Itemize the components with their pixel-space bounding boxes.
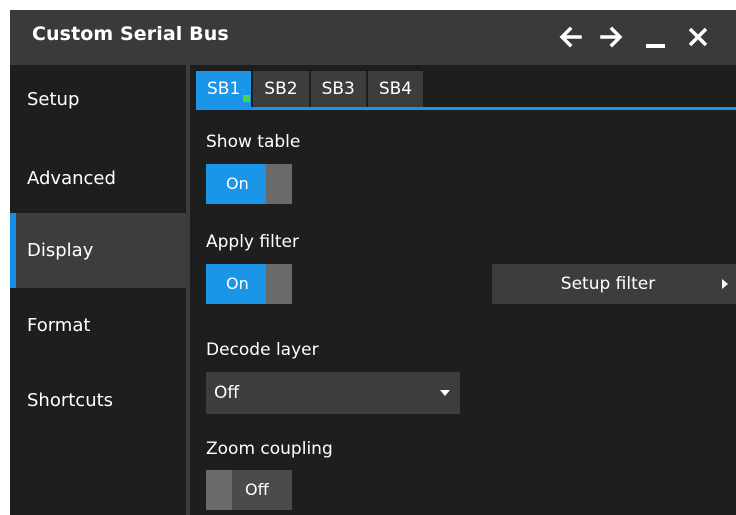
sidebar-item-label: Setup: [27, 89, 80, 110]
zoom-coupling-toggle[interactable]: Off: [206, 470, 292, 510]
toggle-on-state: On: [206, 264, 266, 304]
sidebar-item-label: Advanced: [27, 168, 116, 189]
display-panel: SB1 SB2 SB3 SB4 Show table On Apply filt…: [190, 65, 736, 515]
title-bar: Custom Serial Bus: [10, 10, 736, 65]
toggle-off-state: Off: [245, 480, 269, 499]
active-indicator: [10, 213, 16, 288]
sidebar: Setup Advanced Display Format Shortcuts: [10, 65, 186, 515]
bus-active-indicator: [243, 95, 250, 102]
tab-sb2[interactable]: SB2: [253, 71, 309, 107]
show-table-label: Show table: [206, 132, 301, 152]
tab-label: SB4: [378, 79, 413, 99]
sidebar-item-display[interactable]: Display: [10, 213, 186, 288]
arrow-right-icon[interactable]: [600, 24, 624, 50]
minimize-icon[interactable]: [644, 24, 668, 50]
setup-filter-button[interactable]: Setup filter: [492, 264, 736, 304]
tab-sb4[interactable]: SB4: [367, 71, 424, 107]
decode-layer-value: Off: [214, 383, 240, 403]
tab-sb3[interactable]: SB3: [310, 71, 366, 107]
sidebar-item-advanced[interactable]: Advanced: [10, 144, 186, 214]
chevron-down-icon: [440, 390, 450, 396]
submenu-arrow-icon: [722, 279, 728, 289]
close-icon[interactable]: [686, 24, 710, 50]
sidebar-item-format[interactable]: Format: [10, 291, 186, 361]
bus-tabs: SB1 SB2 SB3 SB4: [196, 71, 425, 107]
decode-layer-label: Decode layer: [206, 340, 319, 360]
sidebar-item-shortcuts[interactable]: Shortcuts: [10, 366, 186, 436]
tab-underline: [196, 107, 736, 110]
tab-label: SB2: [264, 79, 298, 99]
tab-label: SB3: [321, 79, 355, 99]
toggle-knob: [266, 264, 292, 304]
toggle-knob: [266, 164, 292, 204]
apply-filter-label: Apply filter: [206, 232, 299, 252]
toggle-knob: [206, 470, 232, 510]
setup-filter-label: Setup filter: [560, 274, 656, 294]
tab-label: SB1: [207, 79, 241, 99]
arrow-left-icon[interactable]: [558, 24, 582, 50]
custom-serial-bus-dialog: Custom Serial Bus Setup Advanced Display…: [10, 10, 736, 515]
sidebar-item-label: Shortcuts: [27, 390, 114, 411]
show-table-toggle[interactable]: On: [206, 164, 292, 204]
decode-layer-select[interactable]: Off: [206, 372, 460, 414]
apply-filter-toggle[interactable]: On: [206, 264, 292, 304]
dialog-title: Custom Serial Bus: [32, 23, 229, 45]
sidebar-item-label: Format: [27, 315, 91, 336]
zoom-coupling-label: Zoom coupling: [206, 439, 333, 459]
tab-sb1[interactable]: SB1: [196, 71, 252, 107]
sidebar-item-setup[interactable]: Setup: [10, 65, 186, 135]
sidebar-item-label: Display: [27, 240, 94, 261]
toggle-on-state: On: [206, 164, 266, 204]
